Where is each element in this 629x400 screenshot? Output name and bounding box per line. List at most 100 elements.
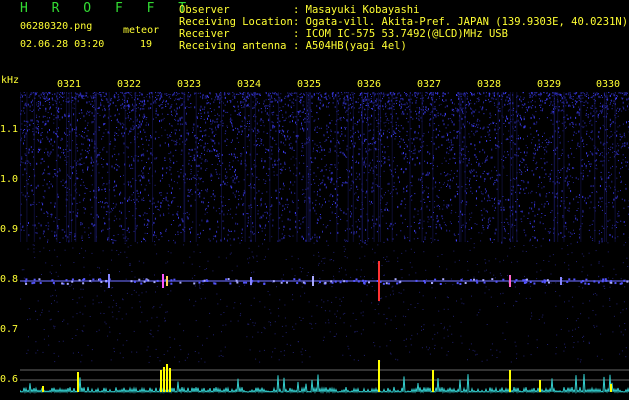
carrier-dot	[138, 278, 141, 281]
spectrogram-window: H R O F F T 06280320.png 02.06.28 03:20 …	[0, 0, 629, 400]
receiver-label: Receiver	[179, 28, 230, 40]
carrier-dot	[482, 279, 485, 282]
observer-value: : Masayuki Kobayashi	[293, 4, 420, 16]
meteor-peak	[539, 380, 541, 392]
carrier-dot	[100, 280, 103, 283]
time-tick-label: 0327	[417, 79, 442, 90]
observer-label: Observer	[179, 4, 230, 16]
carrier-dot	[566, 280, 569, 283]
carrier-dot	[99, 278, 102, 281]
hrofft-logo: H R O F F T	[20, 1, 195, 16]
time-tick-label: 0324	[237, 79, 262, 90]
carrier-dot	[580, 281, 583, 284]
meteor-echo	[166, 276, 168, 286]
freq-unit-label: kHz	[1, 75, 20, 86]
location-label: Receiving Location	[179, 16, 293, 28]
carrier-dot	[179, 281, 182, 284]
carrier-dot	[626, 280, 629, 283]
carrier-dot	[339, 281, 342, 284]
carrier-dot	[318, 281, 321, 284]
carrier-dot	[24, 280, 27, 283]
spectrogram-canvas	[20, 92, 629, 394]
carrier-dot	[544, 279, 547, 282]
carrier-dot	[491, 278, 494, 281]
time-tick-label: 0322	[117, 79, 142, 90]
carrier-dot	[78, 279, 81, 282]
meteor-peak	[160, 370, 162, 392]
carrier-dot	[89, 279, 92, 282]
freq-tick-label: 1.1	[0, 124, 19, 135]
carrier-dot	[469, 278, 472, 281]
carrier-dot	[483, 281, 486, 284]
carrier-dot	[547, 281, 550, 284]
carrier-dot	[282, 280, 285, 283]
carrier-dot	[568, 278, 571, 281]
carrier-dot	[601, 280, 604, 283]
carrier-dot	[33, 278, 36, 281]
noise-field	[20, 92, 629, 363]
carrier-dot	[459, 282, 462, 285]
carrier-dot	[434, 278, 437, 281]
carrier-dot	[605, 279, 608, 282]
carrier-dot	[324, 281, 327, 284]
meteor-peak	[432, 370, 434, 392]
meteor-echo	[250, 277, 252, 285]
carrier-dot	[587, 282, 590, 285]
carrier-dot	[423, 279, 426, 282]
meteor-peak	[169, 368, 171, 392]
carrier-dot	[280, 281, 283, 284]
carrier-dot	[523, 281, 526, 284]
carrier-dot	[533, 282, 536, 285]
carrier-dot	[388, 282, 391, 285]
carrier-dot	[353, 279, 356, 282]
carrier-dot	[31, 282, 34, 285]
time-tick-label: 0329	[537, 79, 562, 90]
location-value: : Ogata-vill. Akita-Pref. JAPAN (139.930…	[293, 16, 629, 28]
carrier-dot	[620, 282, 623, 285]
carrier-dot	[83, 278, 86, 281]
carrier-dot	[263, 282, 266, 285]
carrier-dot	[476, 281, 479, 284]
carrier-dot	[245, 281, 248, 284]
carrier-dot	[513, 281, 516, 284]
meteor-peak	[509, 370, 511, 392]
carrier-dot	[71, 278, 74, 281]
meteor-echo	[312, 276, 314, 286]
carrier-dot	[173, 278, 176, 281]
carrier-dot	[602, 278, 605, 281]
carrier-dot	[541, 280, 544, 283]
carrier-dot	[439, 282, 442, 285]
meteor-echo	[378, 261, 380, 301]
carrier-dot	[65, 279, 68, 282]
meteor-peak	[610, 384, 612, 392]
time-tick-label: 0326	[357, 79, 382, 90]
carrier-dot	[363, 282, 366, 285]
freq-tick-label: 0.8	[0, 274, 19, 285]
carrier-dot	[82, 282, 85, 285]
spectrogram-plot	[20, 92, 629, 400]
carrier-dot	[330, 280, 333, 283]
carrier-dot	[456, 282, 459, 285]
carrier-dot	[593, 280, 596, 283]
carrier-dot	[198, 281, 201, 284]
meteor-echo	[162, 274, 164, 288]
carrier-dot	[133, 280, 136, 283]
carrier-dot	[257, 280, 260, 283]
carrier-dot	[368, 281, 371, 284]
carrier-dot	[362, 279, 365, 282]
carrier-dot	[286, 281, 289, 284]
carrier-dot	[296, 282, 299, 285]
carrier-dot	[343, 280, 346, 283]
carrier-dot	[105, 279, 108, 282]
meteor-echo	[560, 277, 562, 285]
trace-line	[20, 373, 629, 394]
time-tick-label: 0323	[177, 79, 202, 90]
carrier-dot	[293, 278, 296, 281]
carrier-dot	[515, 279, 518, 282]
carrier-dot	[298, 278, 301, 281]
freq-tick-label: 1.0	[0, 174, 19, 185]
carrier-dot	[25, 282, 28, 285]
carrier-dot	[66, 282, 69, 285]
carrier-dot	[235, 279, 238, 282]
carrier-dot	[442, 278, 445, 281]
